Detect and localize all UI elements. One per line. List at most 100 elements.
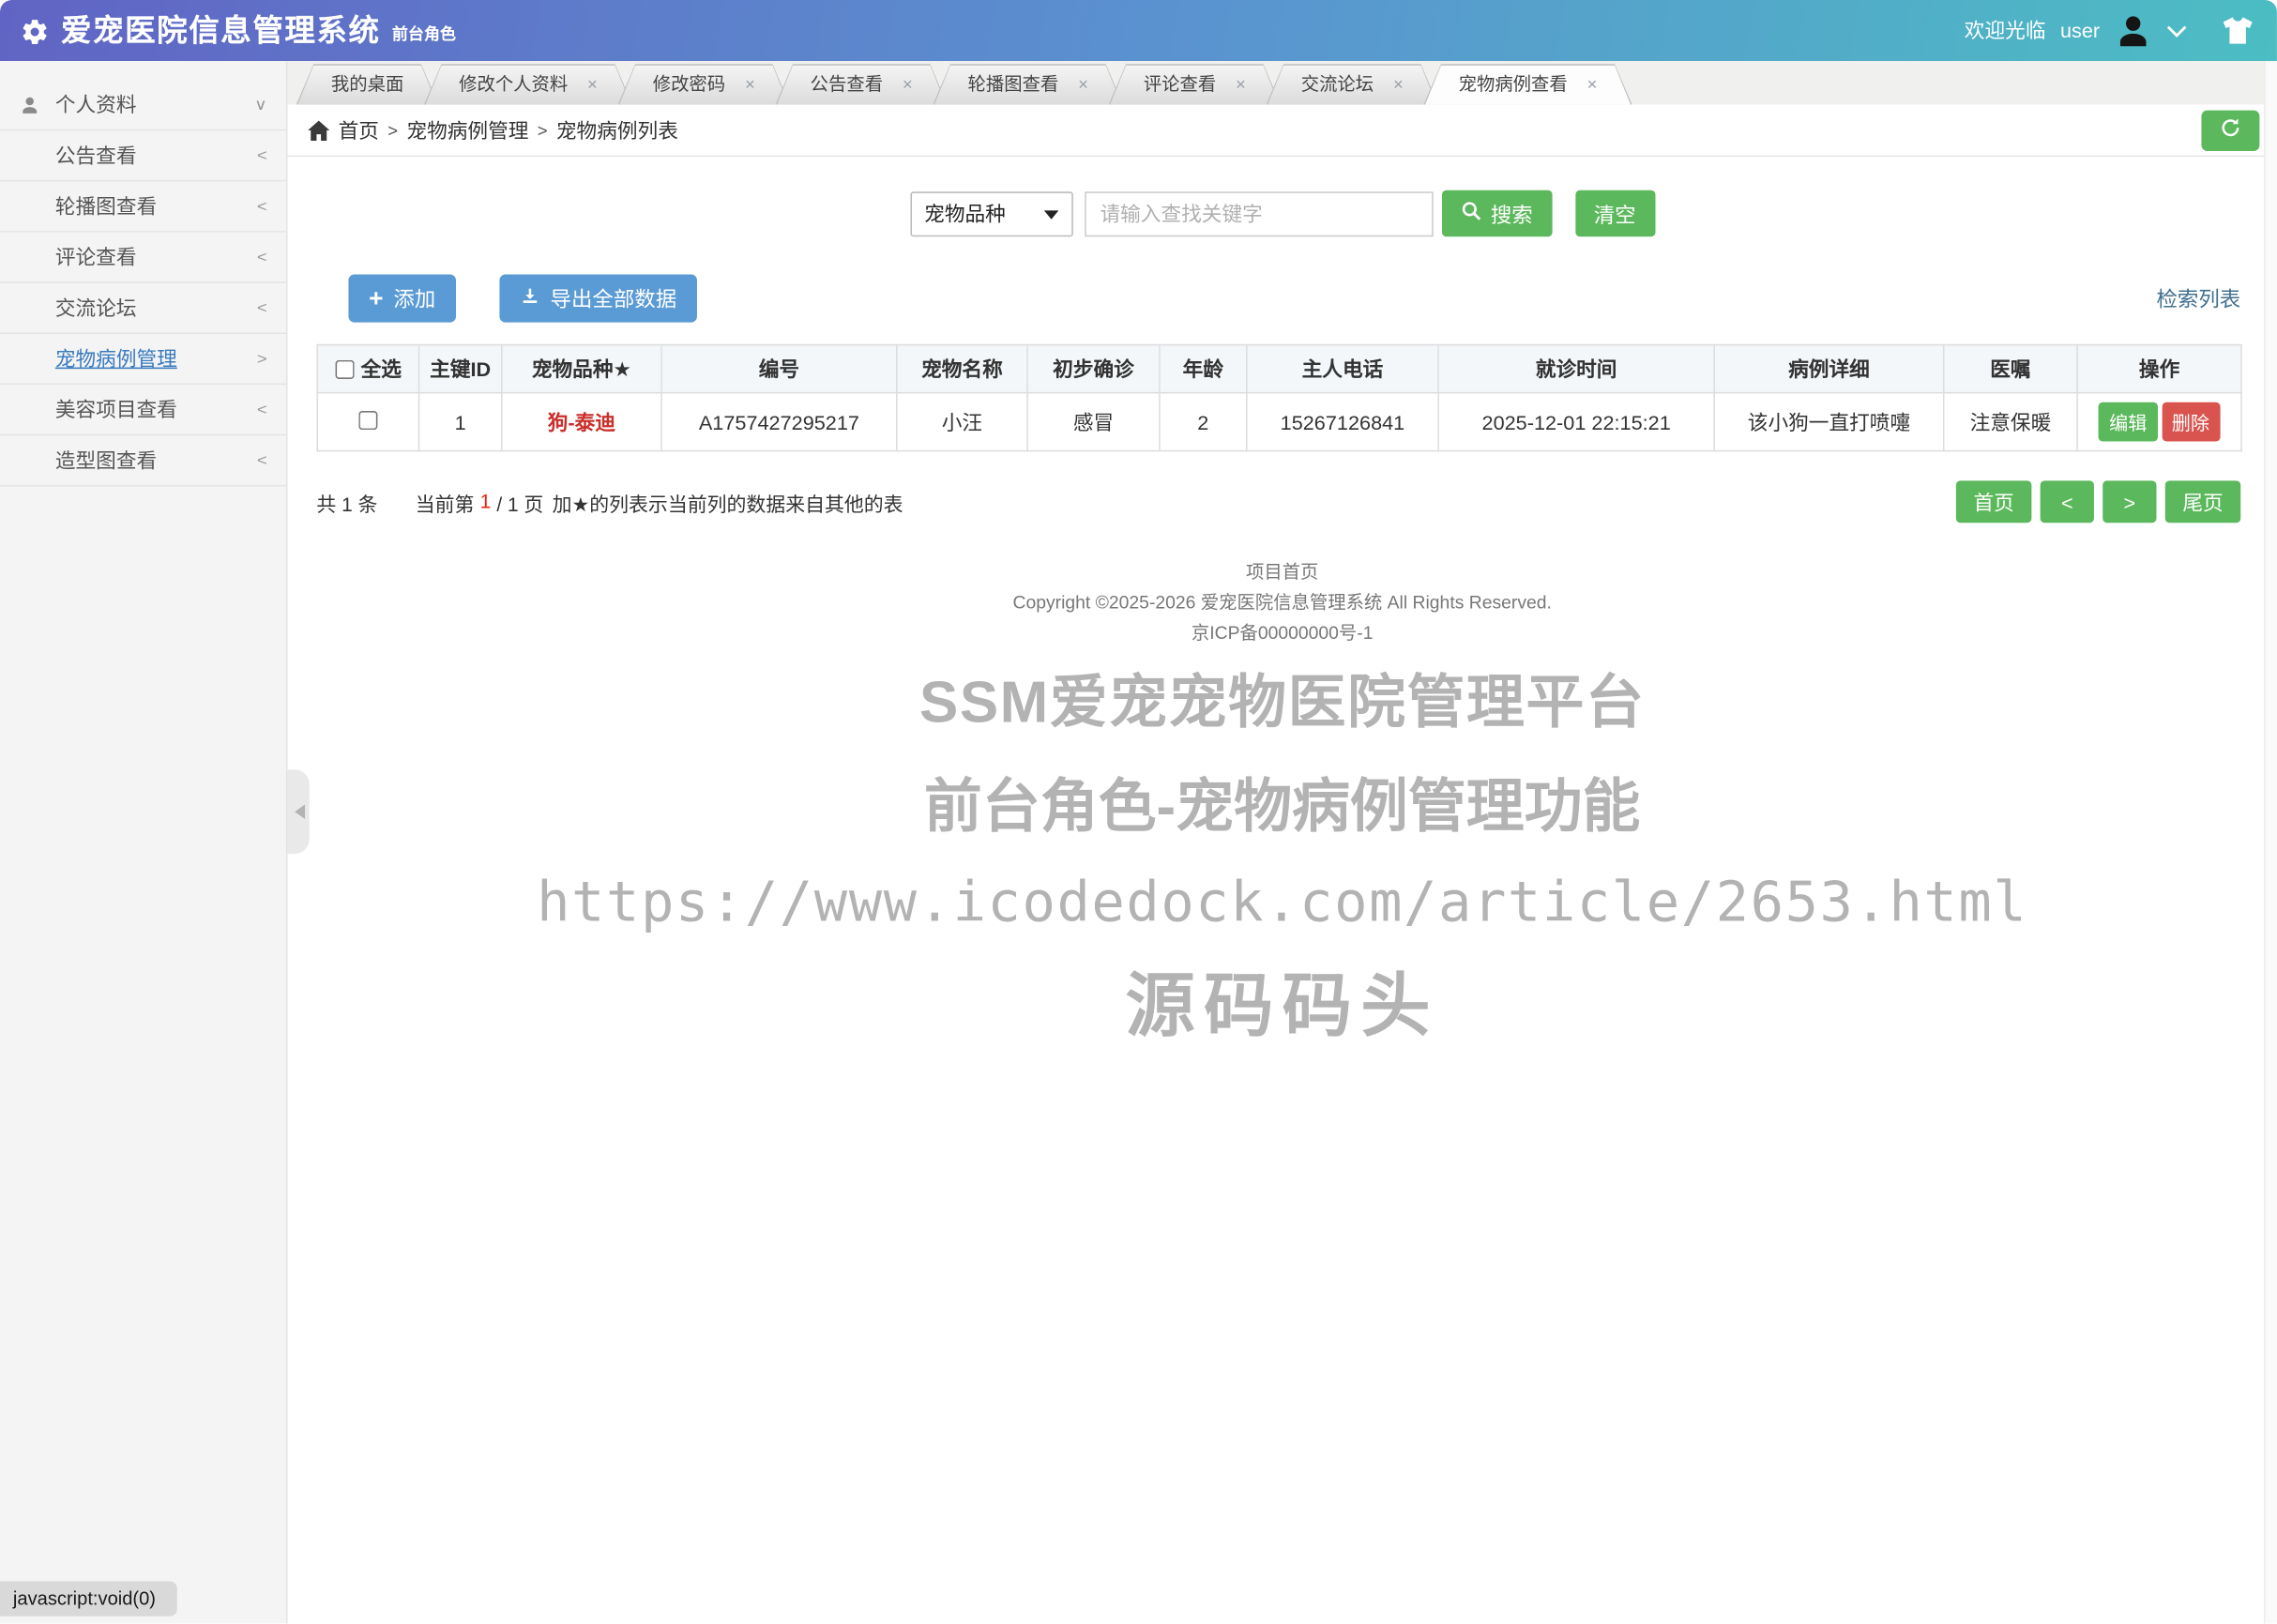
chevron-icon: > — [256, 349, 267, 369]
chevron-icon: < — [256, 450, 267, 470]
cell-diagnosis: 感冒 — [1026, 391, 1161, 452]
search-list-label: 检索列表 — [2156, 289, 2241, 312]
col-header-phone: 主人电话 — [1246, 343, 1439, 394]
theme-shirt-icon[interactable] — [2222, 16, 2254, 45]
close-icon[interactable]: × — [745, 74, 755, 95]
row-select-cell — [316, 391, 420, 452]
cell-breed: 狗-泰迪 — [500, 391, 662, 452]
close-icon[interactable]: × — [1393, 74, 1404, 95]
sidebar-item-comments[interactable]: 评论查看 < — [0, 232, 286, 283]
scrollbar[interactable] — [2264, 61, 2277, 1624]
export-all-button[interactable]: 导出全部数据 — [499, 274, 697, 323]
sidebar: 个人资料 ∨ 公告查看 < 轮播图查看 < 评论查看 < 交流论坛 < 宠物病例… — [0, 61, 288, 1624]
username-text: user — [2059, 19, 2101, 42]
select-all-header: 全选 — [316, 343, 420, 394]
row-checkbox[interactable] — [358, 410, 378, 430]
delete-button[interactable]: 删除 — [2161, 402, 2220, 442]
tab-forum[interactable]: 交流论坛 × — [1267, 64, 1438, 104]
header-user-area: 欢迎光临 user — [1965, 11, 2254, 49]
header-brand: 爱宠医院信息管理系统 前台角色 — [21, 15, 456, 46]
chevron-icon: ∨ — [254, 95, 267, 114]
refresh-button[interactable] — [2201, 109, 2260, 151]
cell-actions: 编辑 删除 — [2076, 391, 2242, 452]
plus-icon: + — [369, 284, 384, 312]
tab-pet-case-view[interactable]: 宠物病例查看 × — [1423, 64, 1632, 104]
select-all-checkbox[interactable] — [334, 359, 354, 379]
status-link-preview: javascript:void(0) — [0, 1581, 178, 1616]
close-icon[interactable]: × — [1078, 74, 1088, 95]
icp-text: 京ICP备00000000号-1 — [1191, 623, 1374, 644]
sidebar-item-forum[interactable]: 交流论坛 < — [0, 282, 286, 334]
sidebar-item-carousel[interactable]: 轮播图查看 < — [0, 181, 286, 233]
download-icon — [520, 285, 540, 311]
close-icon[interactable]: × — [1587, 74, 1598, 95]
app-header: 爱宠医院信息管理系统 前台角色 欢迎光临 user — [0, 0, 2277, 62]
cell-pet-name: 小汪 — [895, 391, 1028, 452]
welcome-text: 欢迎光临 — [1964, 19, 2046, 42]
chevron-down-icon[interactable] — [2166, 24, 2187, 38]
first-page-button[interactable]: 首页 — [1955, 480, 2032, 524]
search-button[interactable]: 搜索 — [1441, 190, 1552, 237]
star-column-note: 加★的列表示当前列的数据来自其他的表 — [552, 493, 903, 515]
watermark-line-2: 前台角色-宠物病例管理功能 — [923, 775, 1641, 840]
tab-edit-profile[interactable]: 修改个人资料 × — [424, 64, 632, 104]
sidebar-collapse-handle[interactable] — [287, 769, 310, 855]
cell-detail: 该小狗一直打喷嚏 — [1713, 391, 1945, 452]
clear-button[interactable]: 清空 — [1574, 190, 1655, 237]
table-row: 1 狗-泰迪 A1757427295217 小汪 感冒 2 1526712684… — [316, 391, 2242, 452]
sidebar-item-label: 美容项目查看 — [54, 398, 177, 421]
close-icon[interactable]: × — [1236, 74, 1246, 95]
table-header-row: 全选 主键ID 宠物品种★ 编号 宠物名称 初步确诊 年龄 主人电话 就诊时间 … — [316, 343, 2242, 394]
edit-button[interactable]: 编辑 — [2099, 402, 2158, 442]
total-count-text: 共 1 条 — [316, 493, 378, 515]
tab-change-password[interactable]: 修改密码 × — [618, 64, 790, 104]
watermark-line-4: 源码码头 — [1125, 968, 1439, 1046]
sidebar-item-profile[interactable]: 个人资料 ∨ — [0, 80, 286, 131]
tab-comments[interactable]: 评论查看 × — [1109, 64, 1281, 104]
caret-down-icon — [1043, 209, 1058, 226]
add-button[interactable]: + 添加 — [348, 274, 456, 323]
menu-icon — [19, 355, 43, 363]
sidebar-item-pet-cases[interactable]: 宠物病例管理 > — [0, 333, 286, 386]
project-home-link[interactable]: 项目首页 — [1246, 562, 1318, 583]
sidebar-item-styling[interactable]: 造型图查看 < — [0, 435, 286, 487]
app-subtitle: 前台角色 — [391, 25, 457, 43]
sidebar-item-label: 宠物病例管理 — [54, 346, 177, 371]
selected-category: 宠物品种 — [924, 202, 1006, 225]
watermark: SSM爱宠宠物医院管理平台 前台角色-宠物病例管理功能 https://www.… — [287, 655, 2276, 1050]
tab-announcements[interactable]: 公告查看 × — [776, 64, 948, 104]
col-header-diagnosis: 初步确诊 — [1026, 343, 1161, 394]
app-window: 爱宠医院信息管理系统 前台角色 欢迎光临 user 个人资料 ∨ 公告查看 < … — [0, 0, 2277, 1624]
sidebar-item-label: 交流论坛 — [54, 296, 137, 320]
current-page-suffix: / 1 页 — [496, 493, 544, 515]
sidebar-item-label: 造型图查看 — [54, 448, 158, 473]
home-icon — [308, 119, 330, 141]
last-page-button[interactable]: 尾页 — [2164, 480, 2241, 524]
avatar[interactable] — [2115, 11, 2152, 49]
next-page-button[interactable]: > — [2102, 480, 2157, 524]
close-icon[interactable]: × — [903, 74, 913, 95]
col-header-advice: 医嘱 — [1942, 343, 2078, 394]
search-input[interactable] — [1084, 190, 1433, 236]
menu-icon — [19, 252, 43, 261]
breadcrumb-page-link[interactable]: 宠物病例列表 — [556, 115, 678, 144]
search-category-select[interactable]: 宠物品种 — [909, 190, 1073, 236]
page-footer: 项目首页 Copyright ©2025-2026 爱宠医院信息管理系统 All… — [287, 557, 2276, 649]
sidebar-item-announcements[interactable]: 公告查看 < — [0, 130, 286, 182]
sidebar-item-grooming[interactable]: 美容项目查看 < — [0, 385, 286, 436]
tab-desktop[interactable]: 我的桌面 — [296, 64, 439, 104]
pet-case-table: 全选 主键ID 宠物品种★ 编号 宠物名称 初步确诊 年龄 主人电话 就诊时间 … — [316, 343, 2242, 452]
search-icon — [1460, 200, 1481, 227]
breadcrumb-module-link[interactable]: 宠物病例管理 — [406, 115, 528, 144]
close-icon[interactable]: × — [587, 74, 598, 95]
breadcrumb-separator: > — [537, 119, 548, 141]
col-header-detail: 病例详细 — [1713, 343, 1945, 394]
col-header-actions: 操作 — [2076, 343, 2242, 394]
col-header-pet-name: 宠物名称 — [895, 343, 1028, 394]
tab-carousel[interactable]: 轮播图查看 × — [933, 64, 1123, 104]
prev-page-button[interactable]: < — [2040, 480, 2094, 524]
current-page-number: 1 — [479, 491, 492, 513]
menu-icon — [19, 151, 43, 159]
col-header-visit-time: 就诊时间 — [1437, 343, 1715, 394]
breadcrumb-home-link[interactable]: 首页 — [339, 115, 379, 144]
